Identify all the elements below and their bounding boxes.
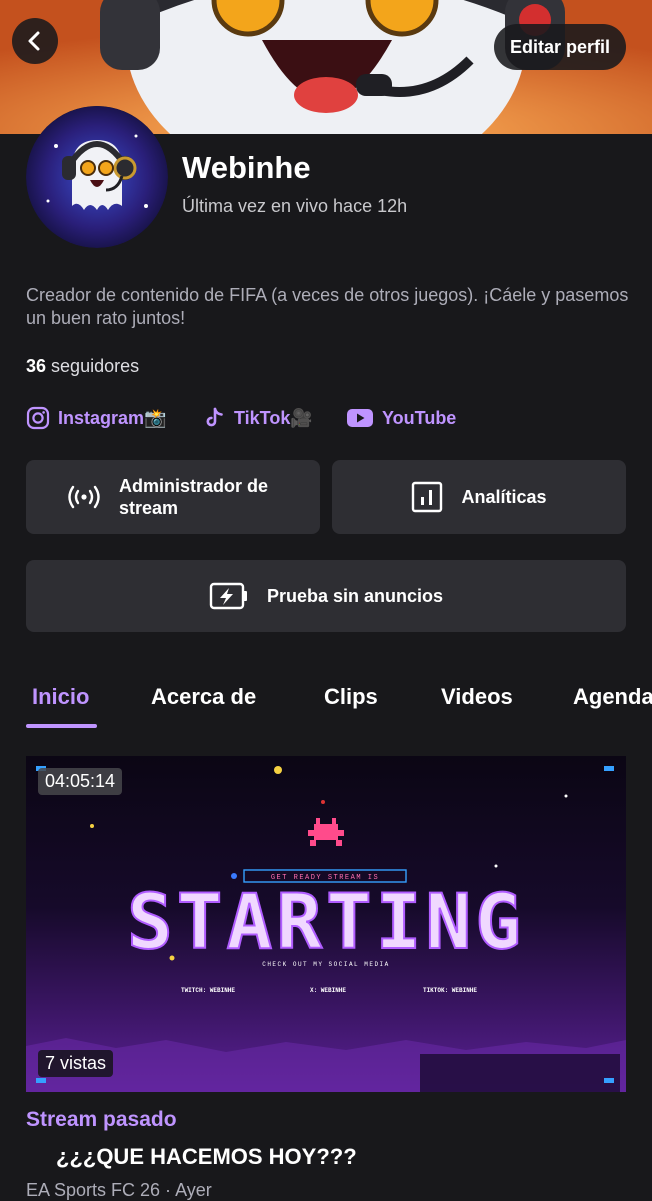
analytics-label: Analíticas <box>461 486 547 507</box>
space-invader-icon <box>308 818 344 846</box>
instagram-icon <box>26 406 50 430</box>
thumb-starting-text: STARTING <box>127 877 525 966</box>
social-link-youtube[interactable]: YouTube <box>346 406 456 430</box>
edit-profile-label: Editar perfil <box>509 36 610 57</box>
avatar[interactable] <box>26 106 168 248</box>
followers-number: 36 <box>26 356 47 376</box>
active-tab-indicator <box>26 724 97 728</box>
edit-profile-button[interactable]: Editar perfil <box>493 24 626 70</box>
youtube-label: YouTube <box>382 407 457 428</box>
video-duration-badge: 04:05:14 <box>38 768 123 795</box>
chevron-left-icon <box>28 31 40 51</box>
avatar-image <box>26 106 168 248</box>
stream-manager-button[interactable]: Administrador de stream <box>26 460 320 534</box>
video-views-badge: 7 vistas <box>38 1050 114 1077</box>
tab-videos[interactable]: Videos <box>441 684 513 710</box>
followers-label: seguidores <box>51 356 140 376</box>
video-title[interactable]: ¿¿¿QUE HACEMOS HOY??? <box>56 1144 357 1170</box>
last-live-status: Última vez en vivo hace 12h <box>182 196 408 216</box>
social-link-tiktok[interactable]: TikTok🎥 <box>202 406 346 430</box>
followers-count[interactable]: 36 seguidores <box>26 356 139 377</box>
past-stream-label: Stream pasado <box>26 1108 177 1131</box>
thumb-handle-x: X: WEBINHE <box>310 987 346 994</box>
back-button[interactable] <box>12 18 58 64</box>
ad-free-trial-label: Prueba sin anuncios <box>266 585 444 606</box>
tiktok-icon <box>206 407 223 427</box>
broadcast-icon <box>68 485 100 509</box>
social-links: Instagram📸 TikTok🎥 YouTube <box>26 406 456 430</box>
instagram-label: Instagram📸 <box>58 407 167 428</box>
channel-bio: Creador de contenido de FIFA (a veces de… <box>26 285 629 328</box>
tab-acerca-de[interactable]: Acerca de <box>151 684 256 710</box>
analytics-button[interactable]: Analíticas <box>332 460 626 534</box>
social-link-instagram[interactable]: Instagram📸 <box>26 406 202 430</box>
video-meta: EA Sports FC 26 · Ayer <box>26 1180 212 1200</box>
channel-name: Webinhe <box>182 150 311 185</box>
thumbnail-art: GET READY STREAM IS STARTING CHECK OUT M… <box>26 766 626 1092</box>
thumb-handle-twitch: TWITCH: WEBINHE <box>181 987 235 994</box>
tab-clips[interactable]: Clips <box>324 684 378 710</box>
tab-agenda[interactable]: Agenda <box>573 684 652 710</box>
thumb-handle-tiktok: TIKTOK: WEBINHE <box>423 987 477 994</box>
thumb-sub-text: CHECK OUT MY SOCIAL MEDIA <box>262 961 390 968</box>
ad-free-trial-button[interactable]: Prueba sin anuncios <box>26 560 626 632</box>
channel-tabs: Inicio Acerca de Clips Videos Agenda <box>0 676 652 732</box>
tiktok-label: TikTok🎥 <box>234 407 313 428</box>
battery-bolt-icon <box>209 582 247 610</box>
tab-inicio[interactable]: Inicio <box>32 684 89 710</box>
video-thumbnail[interactable]: GET READY STREAM IS STARTING CHECK OUT M… <box>26 756 626 1092</box>
analytics-icon <box>412 481 443 513</box>
stream-manager-label: Administrador de stream <box>119 476 269 518</box>
youtube-icon <box>347 409 373 427</box>
